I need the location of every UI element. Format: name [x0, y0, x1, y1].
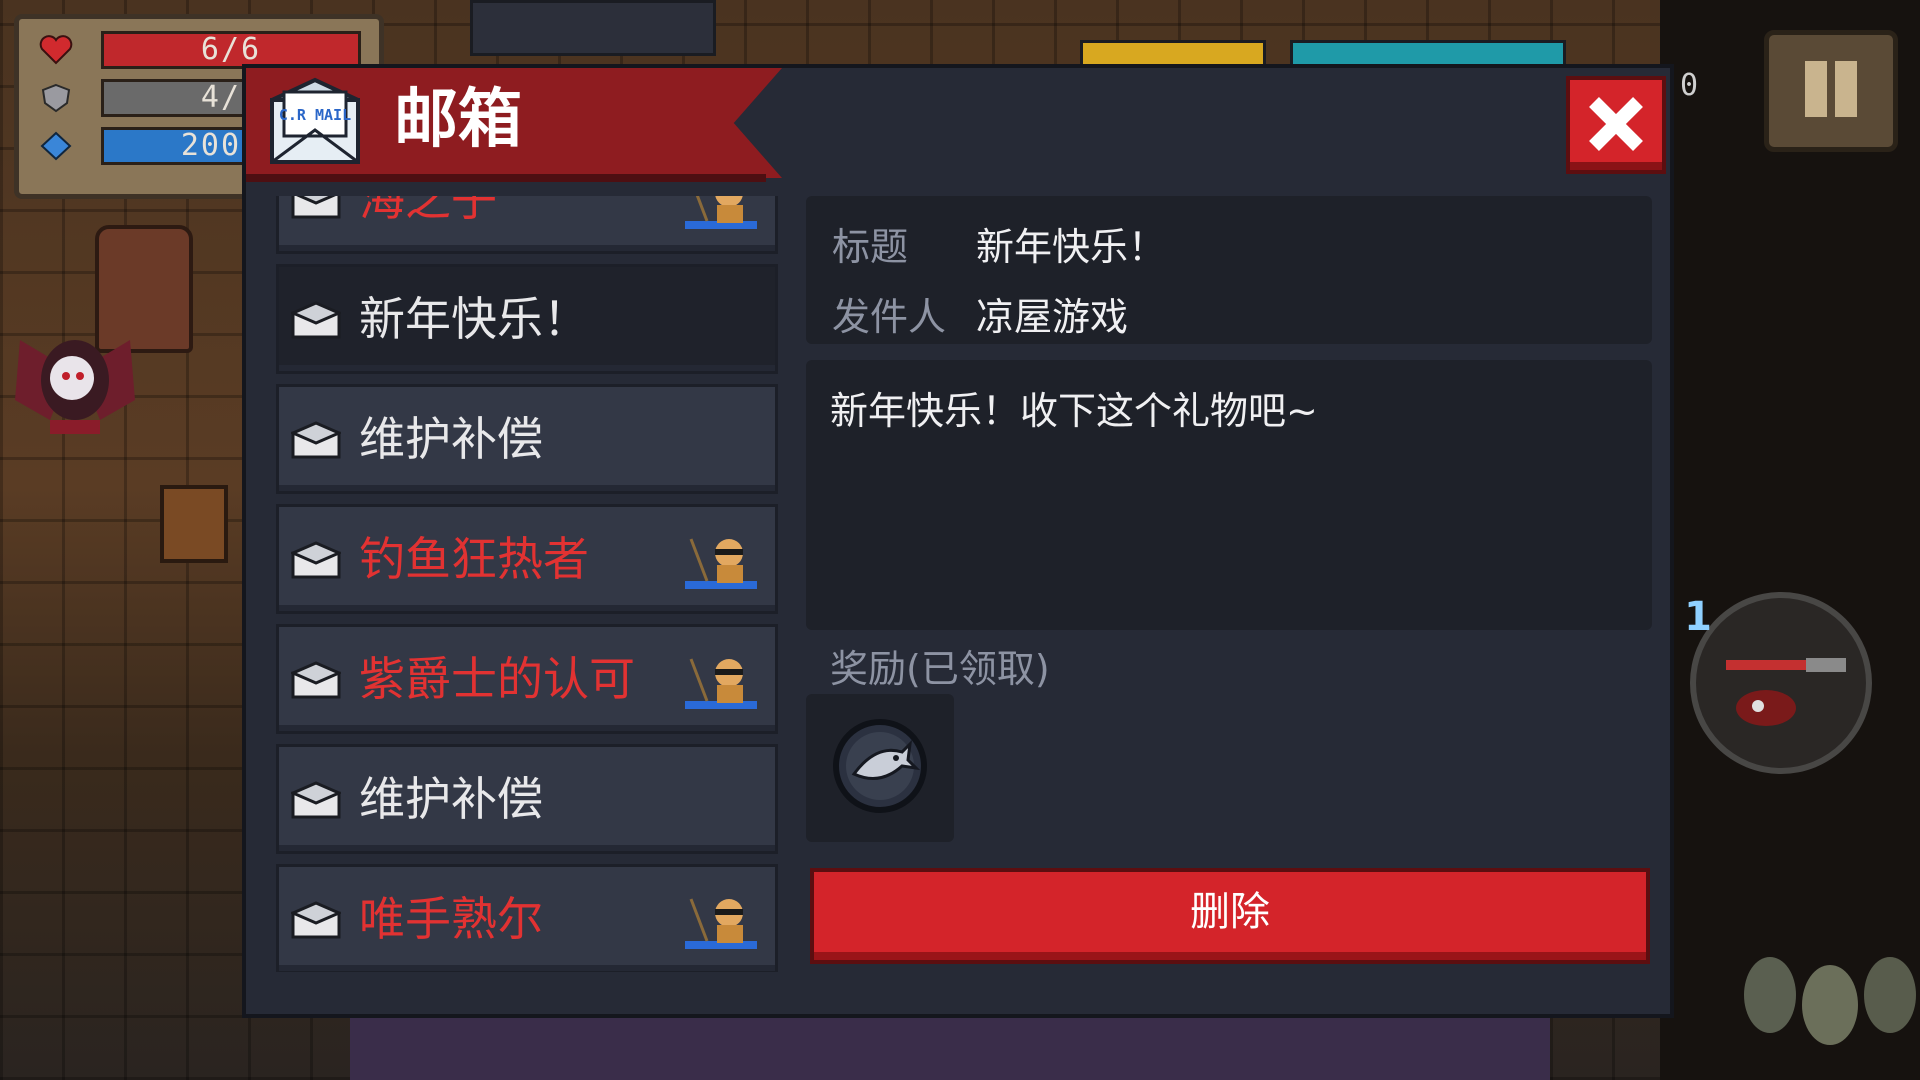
mail-icon: C.R MAIL — [270, 77, 360, 164]
pause-icon-bar-right — [1835, 61, 1857, 117]
energy-gem-icon — [40, 131, 72, 161]
sender-value: 凉屋游戏 — [976, 295, 1129, 339]
reward-title: 奖励(已领取) — [830, 647, 1050, 691]
subject-value: 新年快乐！ — [976, 225, 1167, 269]
mail-item-label: 海之子 — [359, 196, 497, 226]
mail-list-item[interactable]: 钓鱼狂热者 — [276, 504, 778, 614]
opened-envelope-icon — [291, 661, 341, 699]
achievement-badge-icon — [685, 538, 757, 589]
mail-list-item[interactable]: 唯手熟尔 — [276, 864, 778, 972]
pause-button[interactable] — [1764, 30, 1898, 152]
title-banner-shadow — [246, 174, 766, 182]
heart-icon — [39, 35, 73, 65]
reward-slot[interactable] — [806, 694, 954, 842]
opened-envelope-icon — [291, 781, 341, 819]
top-right-counter: 0 — [1680, 68, 1699, 103]
mail-icon-text: C.R MAIL — [279, 106, 351, 124]
pause-icon-bar-left — [1805, 61, 1827, 117]
close-button[interactable] — [1566, 76, 1666, 174]
sender-label: 发件人 — [832, 295, 947, 339]
mail-item-label: 维护补偿 — [359, 772, 543, 826]
wall-block — [470, 0, 716, 56]
fish-coin-icon — [833, 719, 927, 813]
opened-envelope-icon — [291, 421, 341, 459]
mail-list-item[interactable]: 维护补偿 — [276, 744, 778, 854]
mailbox-dialog: C.R MAIL 邮箱 海之子 新年快乐！ 维护补偿 钓鱼狂热者 紫爵士的认可 维护补偿唯… — [242, 64, 1674, 1018]
mail-item-label: 钓鱼狂热者 — [359, 532, 589, 586]
achievement-badge-icon — [685, 898, 757, 949]
opened-envelope-icon — [291, 301, 341, 339]
shield-icon — [41, 83, 71, 113]
mail-item-label: 新年快乐！ — [359, 292, 589, 346]
mail-body-text: 新年快乐！收下这个礼物吧~ — [830, 389, 1318, 433]
vampire-bat-enemy — [15, 340, 135, 434]
dialog-title: 邮箱 — [394, 83, 522, 157]
mail-item-label: 唯手熟尔 — [359, 892, 543, 946]
mail-item-label: 维护补偿 — [359, 412, 543, 466]
delete-button[interactable]: 删除 — [810, 868, 1650, 964]
opened-envelope-icon — [291, 901, 341, 939]
mail-list-item[interactable]: 海之子 — [276, 196, 778, 254]
achievement-badge-icon — [685, 196, 757, 229]
mail-list-item[interactable]: 紫爵士的认可 — [276, 624, 778, 734]
mail-list[interactable]: 海之子 新年快乐！ 维护补偿 钓鱼狂热者 紫爵士的认可 维护补偿 唯手熟尔 — [276, 196, 778, 972]
close-icon — [1589, 97, 1643, 151]
dark-wall — [1660, 0, 1920, 1080]
mail-list-item[interactable]: 新年快乐！ — [276, 264, 778, 374]
weapon-icon — [1726, 658, 1846, 726]
subject-label: 标题 — [832, 225, 909, 269]
opened-envelope-icon — [291, 541, 341, 579]
mail-item-label: 紫爵士的认可 — [359, 652, 635, 706]
weapon-slot-number: 1 — [1684, 594, 1712, 640]
achievement-badge-icon — [685, 658, 757, 709]
mail-body-panel: 新年快乐！收下这个礼物吧~ — [806, 360, 1652, 630]
opened-envelope-icon — [291, 196, 341, 219]
mail-list-item[interactable]: 维护补偿 — [276, 384, 778, 494]
book-prop — [160, 485, 228, 563]
mail-header-panel: 标题 新年快乐！ 发件人 凉屋游戏 — [806, 196, 1652, 344]
jar-props — [1744, 957, 1916, 1045]
